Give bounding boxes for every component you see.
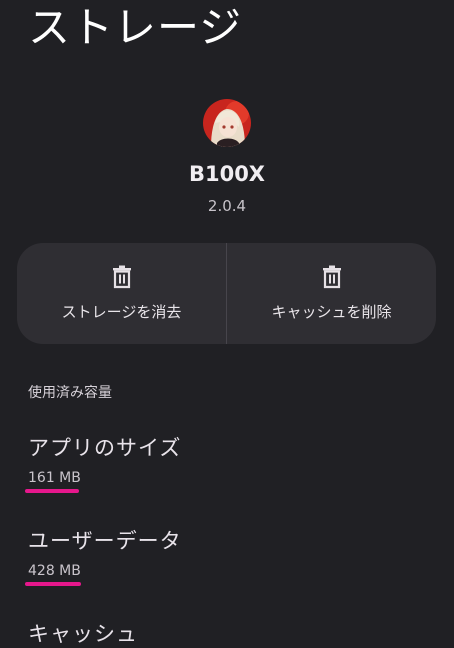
clear-storage-button[interactable]: ストレージを消去 (17, 243, 226, 344)
page-title: ストレージ (28, 3, 243, 52)
clear-cache-button[interactable]: キャッシュを削除 (226, 243, 436, 344)
section-header-used-space: 使用済み容量 (28, 385, 112, 401)
clear-storage-label: ストレージを消去 (61, 303, 182, 321)
item-value: 428 MB (28, 563, 81, 579)
item-label: キャッシュ (28, 622, 138, 646)
app-icon (203, 99, 251, 147)
list-item-cache[interactable]: キャッシュ (28, 618, 138, 648)
trash-icon (112, 265, 131, 289)
list-item-app-size[interactable]: アプリのサイズ 161 MB (28, 432, 181, 486)
app-name: B100X (188, 162, 266, 186)
storage-actions: ストレージを消去 キャッシュを削除 (17, 243, 436, 344)
item-value: 161 MB (28, 470, 81, 486)
clear-cache-label: キャッシュを削除 (271, 303, 392, 321)
highlight-underline (25, 582, 81, 586)
item-label: アプリのサイズ (28, 436, 182, 460)
app-version: 2.0.4 (207, 197, 247, 215)
item-label: ユーザーデータ (28, 529, 182, 553)
highlight-underline (25, 489, 79, 493)
trash-icon (322, 265, 341, 289)
list-item-user-data[interactable]: ユーザーデータ 428 MB (28, 525, 182, 579)
